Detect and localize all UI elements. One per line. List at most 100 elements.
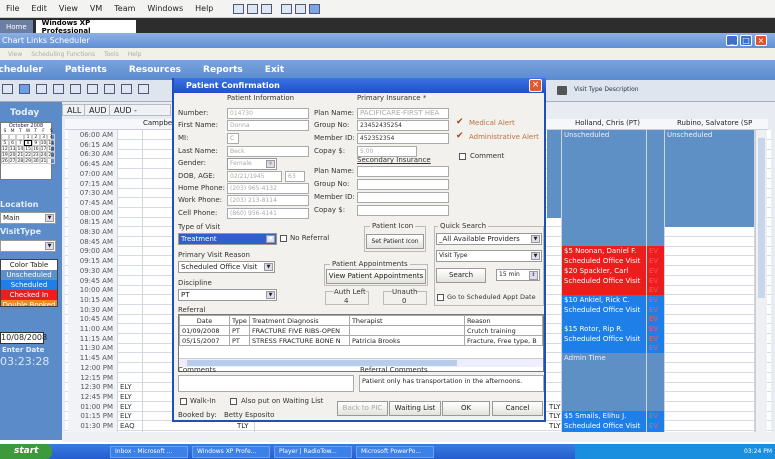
nav-resources[interactable]: Resources bbox=[129, 65, 181, 75]
location-select[interactable]: Main ▼ bbox=[0, 212, 56, 224]
cancel-button[interactable]: Cancel bbox=[492, 401, 543, 416]
tab-all[interactable]: ALL bbox=[62, 104, 87, 116]
holland-cell[interactable]: Scheduled Office Visit bbox=[562, 333, 647, 344]
adjacent-cell[interactable] bbox=[547, 372, 562, 383]
adjacent-cell[interactable] bbox=[547, 362, 562, 373]
rubino-cell[interactable] bbox=[665, 333, 755, 344]
patient-field-0[interactable]: 014730 bbox=[227, 108, 309, 119]
menu-help[interactable]: Help bbox=[195, 4, 213, 13]
menu-view[interactable]: View bbox=[59, 4, 78, 13]
holland-cell[interactable] bbox=[562, 188, 647, 199]
rubino-cell[interactable] bbox=[665, 314, 755, 325]
goto-scheduled-date-checkbox[interactable] bbox=[437, 294, 444, 301]
calendar-day[interactable] bbox=[47, 158, 56, 164]
rubino-cell[interactable] bbox=[665, 362, 755, 373]
menu-windows[interactable]: Windows bbox=[147, 4, 183, 13]
holland-cell[interactable]: Scheduled Office Visit bbox=[562, 304, 647, 315]
adjacent-cell[interactable] bbox=[547, 353, 562, 364]
holland-cell[interactable]: Scheduled Office Visit bbox=[562, 421, 647, 431]
menu-file[interactable]: File bbox=[6, 4, 19, 13]
patient-field-3[interactable]: Beck bbox=[227, 146, 309, 157]
rubino-cell[interactable] bbox=[665, 372, 755, 383]
adjacent-cell[interactable] bbox=[547, 391, 562, 402]
holland-cell[interactable] bbox=[562, 362, 647, 373]
holland-cell[interactable] bbox=[562, 372, 647, 383]
type-of-visit-select[interactable]: Treatment ▼ bbox=[178, 233, 277, 245]
referral-col-therapist[interactable]: Therapist bbox=[348, 315, 465, 326]
nav-reports[interactable]: Reports bbox=[203, 65, 243, 75]
holland-cell[interactable] bbox=[562, 382, 647, 393]
patient-field-2[interactable]: C bbox=[227, 133, 239, 144]
no-referral-checkbox[interactable] bbox=[280, 235, 287, 242]
column-rubino[interactable]: Rubino, Salvatore (SP bbox=[677, 119, 765, 127]
referral-row[interactable]: 05/15/2007 PT STRESS FRACTURE BONE N Patric… bbox=[179, 335, 543, 346]
rubino-cell[interactable] bbox=[665, 294, 755, 305]
rubino-cell[interactable] bbox=[665, 197, 755, 208]
referral-row[interactable]: 01/09/2008 PT FRACTURE FIVE RIBS-OPEN Crutc… bbox=[179, 325, 543, 336]
adjacent-cell[interactable] bbox=[547, 256, 562, 267]
referral-col-date[interactable]: Date bbox=[179, 315, 230, 326]
holland-cell[interactable] bbox=[562, 197, 647, 208]
rubino-cell[interactable] bbox=[665, 265, 755, 276]
rubino-cell[interactable] bbox=[665, 188, 755, 199]
menu-vm[interactable]: VM bbox=[90, 4, 102, 13]
day-view-icon[interactable] bbox=[70, 84, 81, 94]
secondary-insurance-field[interactable] bbox=[357, 205, 449, 216]
patient-field-1[interactable]: Donna bbox=[227, 120, 309, 131]
visit-type-select[interactable]: ▼ bbox=[0, 240, 56, 252]
holland-cell[interactable] bbox=[562, 285, 647, 296]
tab-aud[interactable]: AUD bbox=[84, 104, 112, 116]
adjacent-cell[interactable] bbox=[547, 236, 562, 247]
app-menu-view[interactable]: View bbox=[8, 51, 22, 58]
campbell-cell[interactable] bbox=[143, 421, 613, 431]
tab-aud-resource[interactable]: AUD - Resour bbox=[109, 104, 171, 116]
adjacent-cell[interactable] bbox=[547, 217, 562, 228]
holland-cell[interactable]: Admin Time bbox=[562, 353, 647, 364]
info-icon[interactable] bbox=[36, 84, 47, 94]
adjacent-cell[interactable] bbox=[547, 207, 562, 218]
adjacent-cell[interactable] bbox=[547, 188, 562, 199]
person-icon[interactable] bbox=[19, 84, 30, 94]
rubino-cell[interactable] bbox=[665, 275, 755, 286]
rubino-cell[interactable] bbox=[665, 421, 755, 431]
column-holland[interactable]: Holland, Chris (PT) bbox=[575, 119, 640, 127]
pin-icon[interactable] bbox=[53, 84, 64, 94]
vm-console-icon[interactable] bbox=[281, 3, 293, 14]
holland-cell[interactable] bbox=[562, 401, 647, 412]
holland-cell[interactable] bbox=[562, 207, 647, 218]
today-button[interactable]: Today bbox=[10, 108, 39, 118]
holland-cell[interactable]: Unscheduled bbox=[562, 130, 647, 140]
holland-cell[interactable] bbox=[562, 168, 647, 179]
app-menu-scheduling[interactable]: Scheduling Functions bbox=[31, 51, 95, 58]
waiting-list-checkbox[interactable] bbox=[230, 398, 237, 405]
rubino-cell[interactable]: Unscheduled bbox=[665, 130, 755, 140]
primary-insurance-field[interactable]: 5.00 bbox=[357, 146, 417, 157]
patient-field-5[interactable]: 02/21/1945 bbox=[227, 171, 282, 182]
secondary-insurance-field[interactable] bbox=[357, 179, 449, 190]
primary-insurance-field[interactable]: 452352354 bbox=[357, 133, 449, 144]
rubino-cell[interactable] bbox=[665, 168, 755, 179]
patient-field-8[interactable]: (860) 956-4141 bbox=[227, 208, 309, 219]
vm-fullscreen-icon[interactable] bbox=[247, 3, 259, 14]
walk-in-checkbox[interactable] bbox=[180, 398, 187, 405]
holland-cell[interactable]: $5 Smails, Elihu J. bbox=[562, 411, 647, 422]
rubino-cell[interactable] bbox=[665, 324, 755, 334]
task-player[interactable]: Player | RadioTow... bbox=[274, 445, 352, 458]
close-button[interactable]: × bbox=[755, 35, 767, 46]
date-field[interactable]: 10/08/2008 bbox=[0, 332, 47, 344]
secondary-insurance-field[interactable] bbox=[357, 166, 449, 177]
referral-col-reason[interactable]: Reason bbox=[463, 315, 543, 326]
holland-cell[interactable]: $5 Noonan, Daniel F. bbox=[562, 246, 647, 257]
administrative-alert[interactable]: Administrative Alert bbox=[469, 133, 539, 141]
calendar-day[interactable]: 26 bbox=[1, 158, 9, 164]
calendar-day[interactable]: 31 bbox=[39, 158, 48, 164]
maximize-button[interactable]: □ bbox=[740, 35, 752, 46]
holland-cell[interactable] bbox=[562, 227, 647, 237]
holland-cell[interactable] bbox=[562, 139, 647, 150]
adjacent-cell[interactable] bbox=[547, 275, 562, 286]
rubino-cell[interactable] bbox=[665, 159, 755, 170]
adjacent-cell[interactable] bbox=[547, 314, 562, 325]
rubino-cell[interactable] bbox=[665, 139, 755, 150]
task-inbox[interactable]: Inbox - Microsoft ... bbox=[110, 445, 188, 458]
grid-icon[interactable] bbox=[138, 84, 149, 94]
